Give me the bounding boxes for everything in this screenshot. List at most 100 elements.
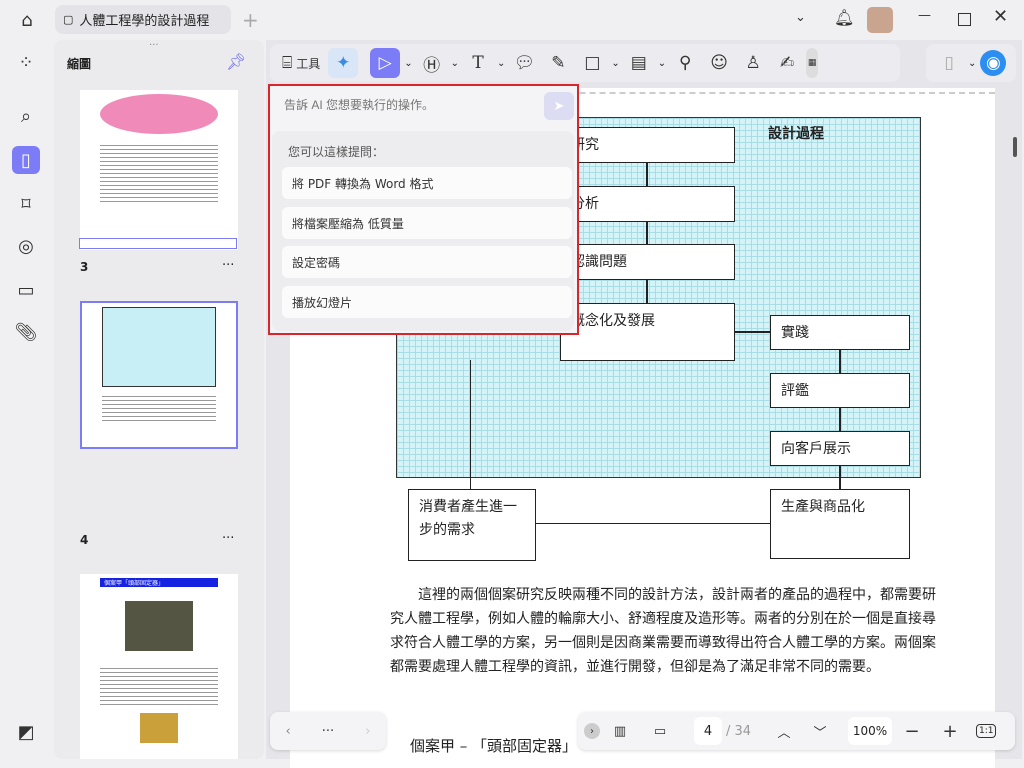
zoom-in-icon[interactable]: + [932, 721, 968, 742]
ai-assistant-icon[interactable]: ◉ [980, 50, 1006, 76]
home-icon[interactable]: ⌂ [14, 8, 40, 32]
actual-size-button[interactable]: 1:1 [976, 724, 996, 738]
more-icon[interactable]: ··· [222, 258, 234, 273]
box-identify: 認識問題 [560, 244, 735, 280]
toolbar: ⌸工具 ✦ ▷ ⌄ Ⓗ ⌄ T ⌄ 💬︎ ✎ □ ⌄ ▤ ⌄ ⚲ ☺ ♙ ✍ ▦ [270, 44, 900, 82]
text-tool-icon[interactable]: T [463, 48, 493, 78]
chevron-down-icon[interactable]: ⌄ [611, 58, 619, 69]
zoom-level[interactable]: 100% [848, 717, 892, 745]
minimize-icon[interactable]: — [918, 8, 931, 23]
scrollbar[interactable] [1013, 137, 1017, 157]
selection-outline [79, 238, 237, 249]
chevron-up-icon[interactable]: ︿ [766, 722, 802, 741]
page-icon[interactable]: ▭ [12, 276, 40, 304]
more-icon[interactable]: ··· [222, 531, 234, 546]
thumbnail-icon[interactable]: ▯ [12, 146, 40, 174]
arrow [735, 331, 770, 333]
chevron-down-icon[interactable]: ﹀ [802, 722, 838, 741]
thumb-heading: 個案甲「頭部固定器」 [100, 578, 218, 587]
measure-tool-icon[interactable]: ▤ [624, 48, 654, 78]
comment-icon: ▢ [63, 13, 73, 26]
suggestion-item[interactable]: 將 PDF 轉換為 Word 格式 [282, 167, 572, 199]
box-concept: 概念化及發展 [560, 303, 735, 361]
bell-icon[interactable]: 🔔︎ [834, 8, 854, 27]
more-button[interactable]: ··· [322, 724, 334, 739]
suggestion-panel: 您可以這樣提問： 將 PDF 轉換為 Word 格式 將檔案壓縮為 低質量 設定… [272, 131, 574, 331]
thumbnail-panel: ··· 縮圖 📌︎ 3 ··· 4 ··· 個案甲「頭部固定器」 [54, 40, 264, 759]
bookmark-icon[interactable]: ⌑ [12, 190, 40, 218]
sticker-icon[interactable]: ☺ [704, 48, 734, 78]
ai-prompt-popup: ➤ 您可以這樣提問： 將 PDF 轉換為 Word 格式 將檔案壓縮為 低質量 … [268, 84, 579, 335]
save-icon[interactable]: ▯ [934, 48, 964, 78]
arrow [839, 466, 841, 489]
connector [470, 360, 471, 489]
search-icon[interactable]: ⌕ [12, 102, 40, 130]
box-practice: 實踐 [770, 315, 910, 350]
toolbox-icon: ⌸ [282, 53, 292, 73]
chevron-down-icon[interactable]: ⌄ [497, 58, 505, 69]
heading-tool-icon[interactable]: Ⓗ [417, 48, 447, 78]
more-tools-button[interactable]: ▦ [806, 48, 818, 78]
arrow [646, 280, 648, 303]
arrow [839, 408, 841, 431]
stamp-icon[interactable]: ♙ [738, 48, 768, 78]
chevron-down-icon[interactable]: ⌄ [451, 58, 459, 69]
box-produce: 生產與商品化 [770, 489, 910, 559]
presentation-icon[interactable]: ▭ [640, 724, 680, 739]
attachment-tool-icon[interactable]: ⚲ [670, 48, 700, 78]
chevron-down-icon[interactable]: ⌄ [404, 58, 412, 69]
suggest-title: 您可以這樣提問： [288, 143, 384, 160]
title-bar: ⌂ ▢ 人體工程學的設計過程 + ⌄ 🔔︎ — ✕ [0, 0, 1024, 40]
body-paragraph: 這裡的兩個個案研究反映兩種不同的設計方法，設計兩者的產品的過程中，都需要研究人體… [390, 583, 940, 679]
shape-tool-icon[interactable]: □ [577, 48, 607, 78]
chevron-down-icon[interactable]: ⌄ [968, 58, 976, 69]
drag-handle[interactable]: ··· [149, 40, 159, 51]
pin-icon[interactable]: 📌︎ [226, 52, 246, 71]
thumbnail-page-5[interactable]: 個案甲「頭部固定器」 [80, 574, 238, 759]
new-tab-icon[interactable]: + [242, 8, 259, 32]
box-evaluate: 評鑑 [770, 373, 910, 408]
tools-label: 工具 [296, 55, 320, 72]
zoom-out-icon[interactable]: − [892, 721, 932, 742]
layers-icon[interactable]: ◩ [12, 718, 40, 746]
maximize-icon[interactable] [958, 13, 971, 26]
suggestion-item[interactable]: 將檔案壓縮為 低質量 [282, 207, 572, 239]
collapse-icon[interactable]: › [584, 723, 600, 739]
tab-title: 人體工程學的設計過程 [79, 10, 209, 29]
chevron-down-icon[interactable]: ⌄ [658, 58, 666, 69]
right-toolbar: ▯ ⌄ ◉ [926, 44, 1016, 82]
chevron-down-icon[interactable]: ⌄ [795, 10, 806, 25]
highlighter-icon[interactable]: ✎ [543, 48, 573, 78]
suggestion-item[interactable]: 設定密碼 [282, 246, 572, 278]
page-number: 4 [80, 533, 88, 547]
arrow [646, 222, 648, 244]
send-icon[interactable]: ➤ [544, 92, 574, 120]
tools-button[interactable]: ⌸工具 [278, 48, 324, 78]
suggestion-item[interactable]: 播放幻燈片 [282, 286, 572, 318]
ai-sparkle-button[interactable]: ✦ [328, 48, 358, 78]
box-consumer: 消費者產生進一步的需求 [408, 489, 536, 561]
thumbnail-page-3[interactable] [80, 90, 238, 250]
select-tool-icon[interactable]: ▷ [370, 48, 400, 78]
thumbnail-page-4[interactable] [80, 301, 238, 449]
attachment-icon[interactable]: 📎︎ [12, 318, 40, 346]
ai-prompt-input[interactable] [276, 90, 536, 120]
reading-mode-icon[interactable]: ▥ [600, 724, 640, 739]
avatar[interactable] [867, 7, 893, 33]
section-heading: 個案甲 – 「頭部固定器」 [410, 735, 577, 756]
box-research: 研究 [560, 127, 735, 163]
document-tab[interactable]: ▢ 人體工程學的設計過程 [55, 5, 231, 34]
diagram-title: 設計過程 [768, 123, 824, 143]
chevron-left-icon[interactable]: ‹ [286, 724, 291, 739]
comment-icon[interactable]: ◎ [12, 232, 40, 260]
page-number: 3 [80, 260, 88, 274]
chevron-right-icon[interactable]: › [365, 724, 370, 739]
page-nav-bar: ‹ ··· › [270, 712, 386, 750]
close-icon[interactable]: ✕ [993, 6, 1008, 27]
page-input[interactable]: 4 [694, 717, 722, 745]
comment-tool-icon[interactable]: 💬︎ [509, 48, 539, 78]
grid-icon[interactable]: ⁘ [12, 48, 40, 76]
arrow [839, 350, 841, 373]
box-analysis: 分析 [560, 186, 735, 222]
signature-icon[interactable]: ✍ [772, 48, 802, 78]
